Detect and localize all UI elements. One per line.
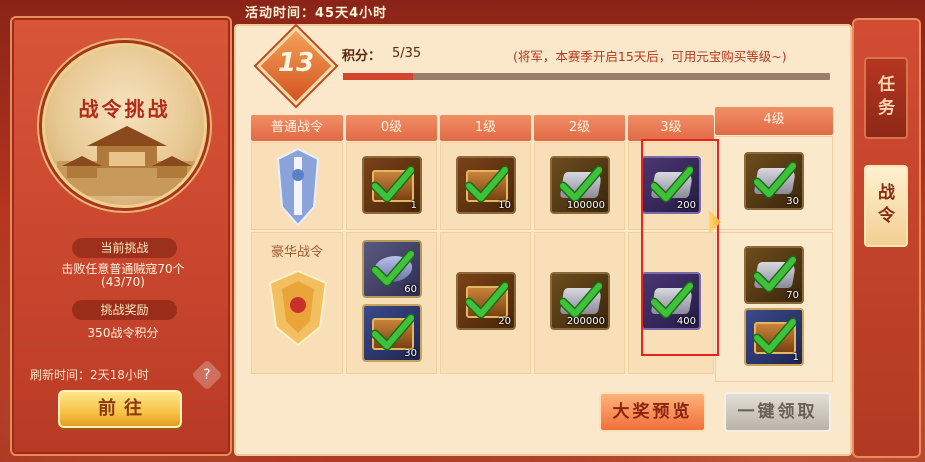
reward-value: 350战令积分 [87,326,159,340]
challenge-progress: (43/70) [101,275,145,289]
score-progress-bar [343,73,830,80]
deluxe-reward-item[interactable]: 200000 [550,272,610,330]
claimed-check-icon [466,281,508,319]
tab-task[interactable]: 任务 [864,57,908,139]
claim-all-button[interactable]: 一键领取 [724,392,831,432]
claimed-check-icon [466,165,508,203]
normal-reward-item[interactable]: 1 [362,156,422,214]
deluxe-pass-emblem-icon [268,269,328,347]
level-number: 13 [277,48,315,78]
current-challenge-label: 当前挑战 [72,238,177,258]
reward-quantity: 1 [792,352,799,363]
reward-quantity: 30 [786,196,799,207]
deluxe-reward-item[interactable]: 70 [744,246,804,304]
score-label: 积分： [342,49,382,64]
reward-quantity: 30 [404,348,417,359]
normal-reward-item[interactable]: 30 [744,152,804,210]
reward-quantity: 200000 [566,316,605,327]
go-button[interactable]: 前往 [58,390,182,428]
palace-image [57,126,197,196]
normal-reward-item[interactable]: 10 [456,156,516,214]
claimed-check-icon [560,281,602,319]
deluxe-reward-item[interactable]: 20 [456,272,516,330]
normal-pass-cell [251,142,343,230]
claimed-check-icon [372,313,414,351]
header-level-3: 3级 [628,115,714,141]
activity-time: 活动时间：45天4小时 [245,6,388,21]
score-value: 5/35 [392,46,422,61]
refresh-time: 刷新时间：2天18小时 [30,368,149,382]
header-level-2: 2级 [534,115,625,141]
reward-quantity: 20 [498,316,511,327]
normal-reward-item[interactable]: 100000 [550,156,610,214]
deluxe-reward-item[interactable]: 60 [362,240,422,298]
purchase-note: (将军，本赛季开启15天后，可用元宝购买等级~) [513,49,787,64]
score-progress-fill [343,73,413,80]
reward-quantity: 1 [410,200,417,211]
reward-quantity: 10 [498,200,511,211]
deluxe-pass-cell: 豪华战令 [251,232,343,374]
header-level-1: 1级 [440,115,531,141]
reward-quantity: 70 [786,290,799,301]
claimed-check-icon [560,165,602,203]
header-level-0: 0级 [346,115,437,141]
deluxe-reward-item[interactable]: 1 [744,308,804,366]
reward-quantity: 100000 [566,200,605,211]
claimed-check-icon [372,165,414,203]
tab-battle-pass[interactable]: 战令 [864,165,908,247]
claimed-check-icon [372,249,414,287]
level-3-highlight [641,139,719,356]
claimed-check-icon [754,317,796,355]
challenge-medallion: 战令挑战 [42,43,207,208]
header-normal-pass: 普通战令 [251,115,343,141]
grand-prize-preview-button[interactable]: 大奖预览 [599,392,706,432]
header-level-4: 4级 [715,107,833,135]
deluxe-pass-label: 豪华战令 [270,245,323,260]
reward-label: 挑战奖励 [72,300,177,320]
claimed-check-icon [754,255,796,293]
deluxe-reward-item[interactable]: 30 [362,304,422,362]
claimed-check-icon [754,161,796,199]
reward-quantity: 60 [404,284,417,295]
normal-pass-emblem-icon [276,147,320,227]
help-glyph: ? [203,367,211,383]
